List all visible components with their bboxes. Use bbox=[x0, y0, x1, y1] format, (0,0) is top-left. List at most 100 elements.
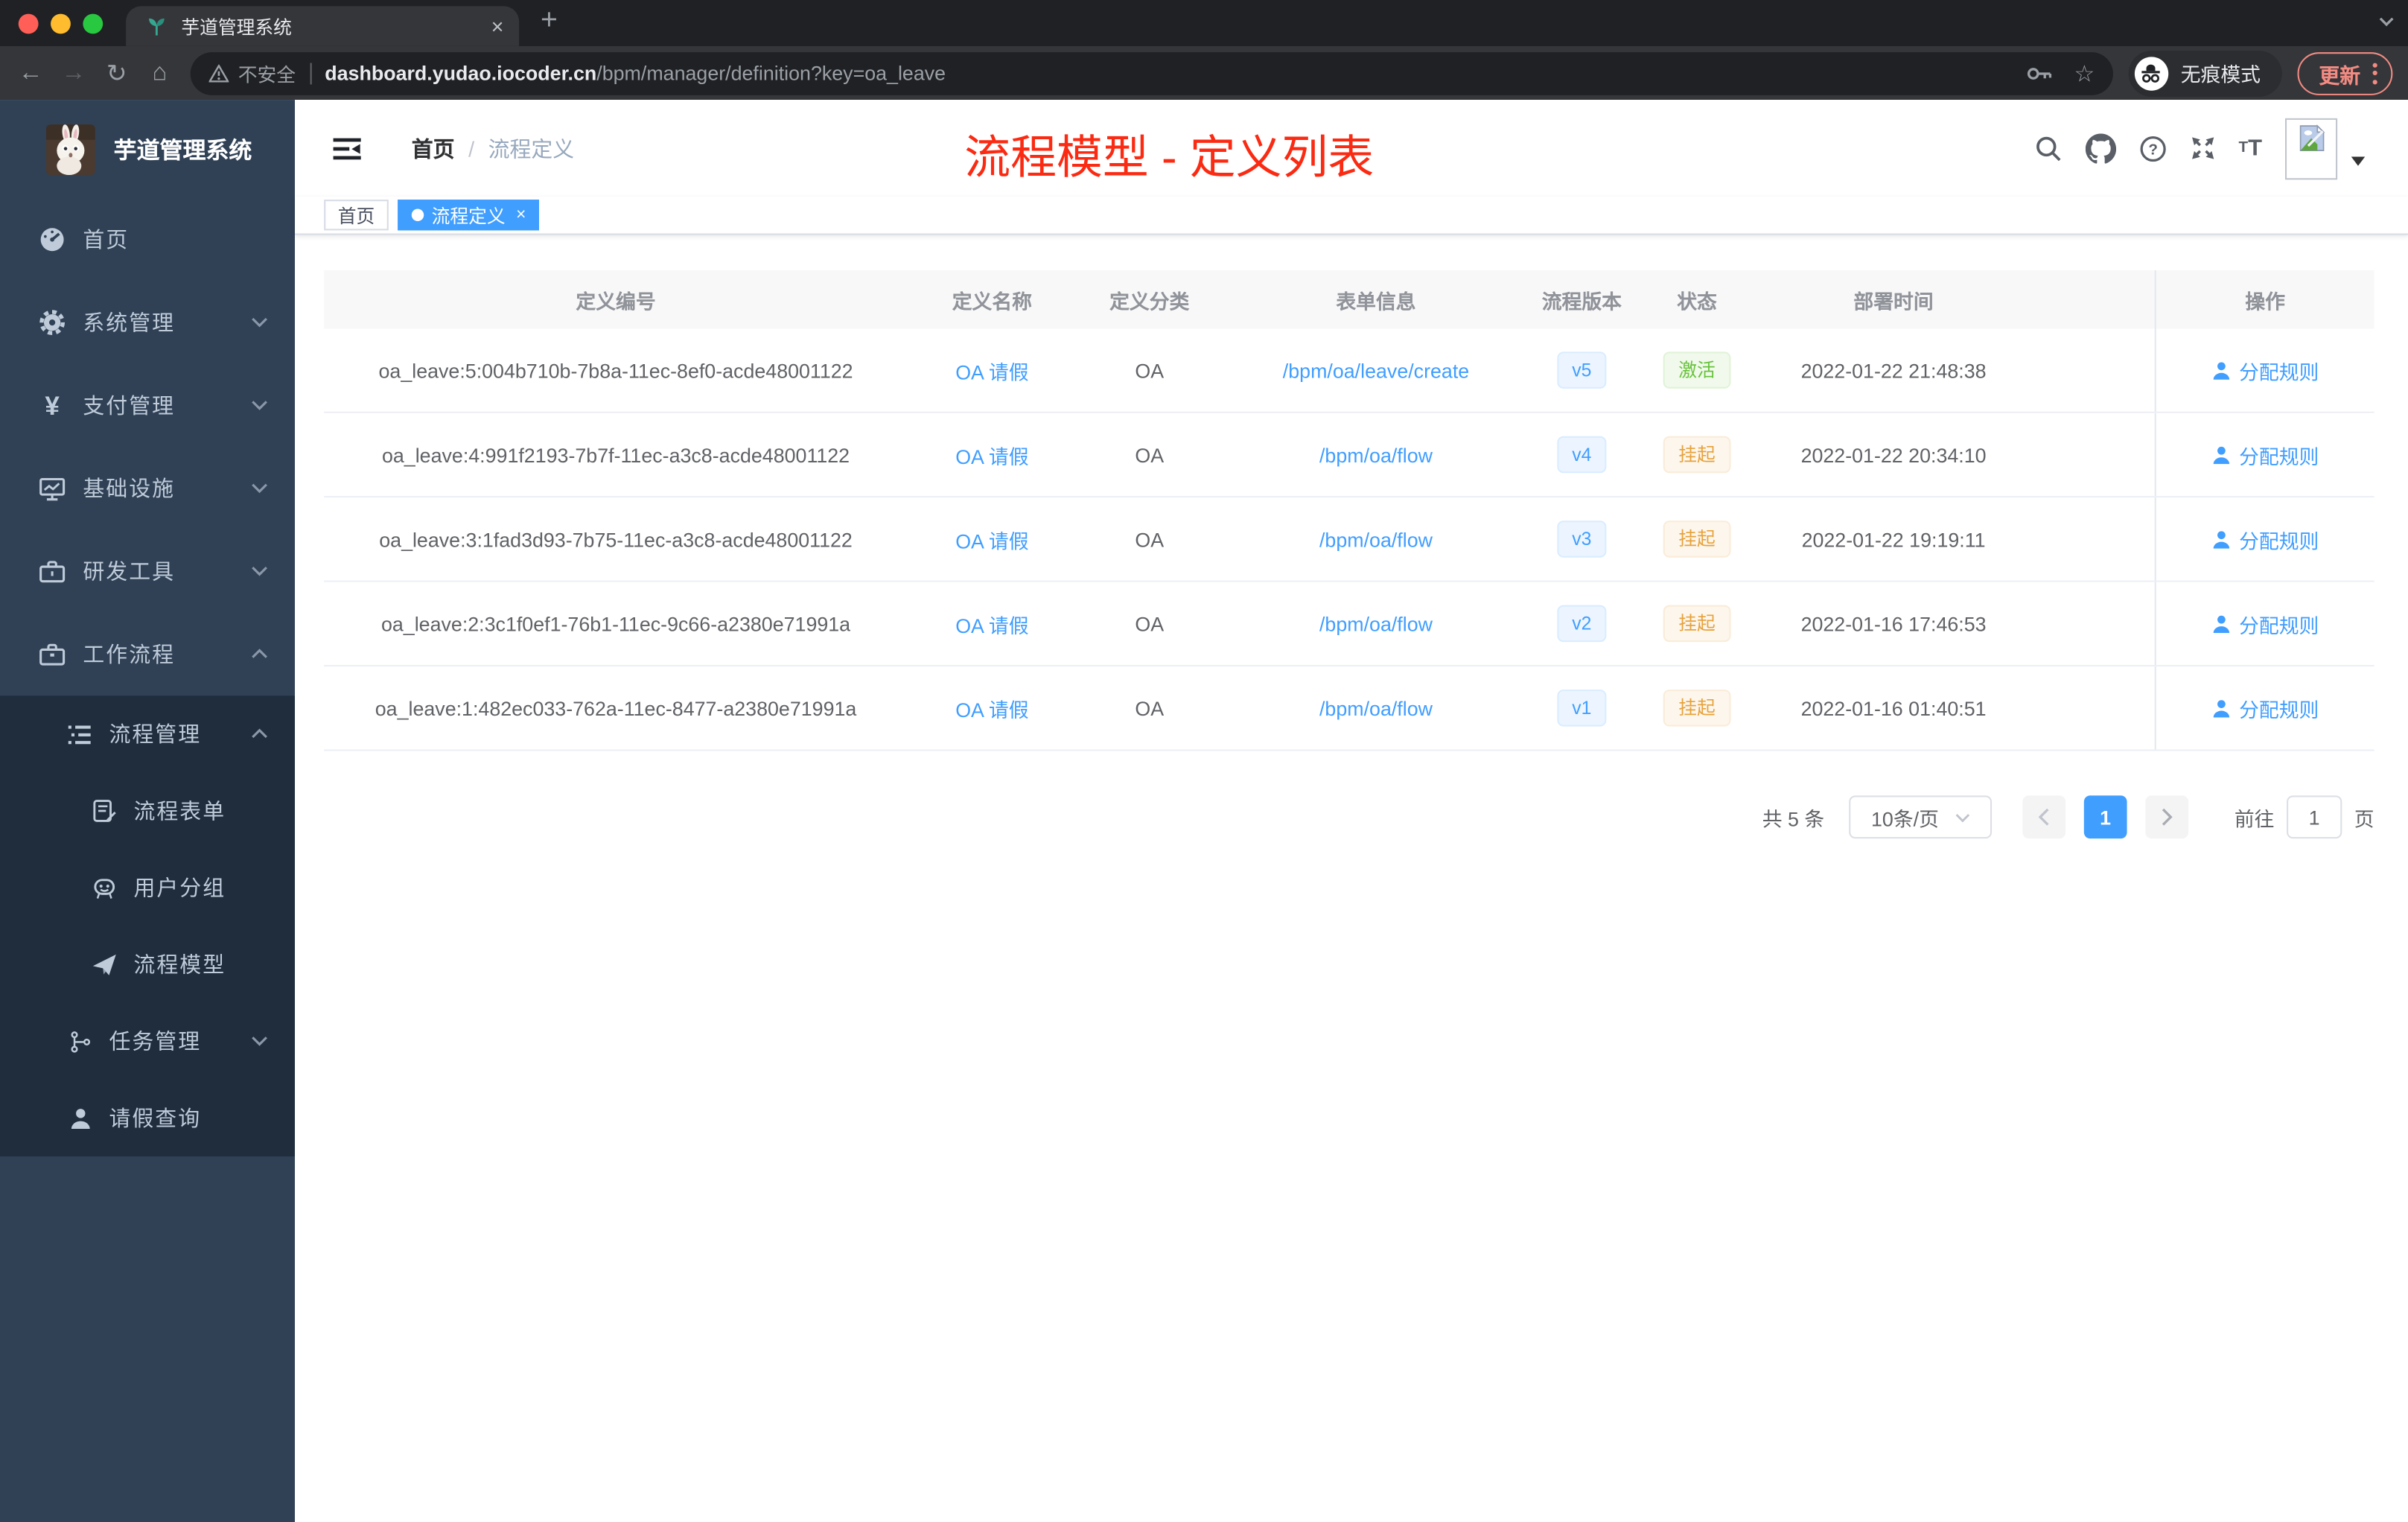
tab-search-chevron-icon[interactable] bbox=[2377, 16, 2396, 28]
version-tag: v1 bbox=[1556, 690, 1608, 727]
fullscreen-icon[interactable] bbox=[2190, 136, 2216, 162]
definition-name-link[interactable]: OA 请假 bbox=[955, 524, 1028, 553]
status-badge: 挂起 bbox=[1663, 690, 1731, 727]
definition-id: oa_leave:1:482ec033-762a-11ec-8477-a2380… bbox=[375, 696, 857, 720]
font-size-icon[interactable]: TT bbox=[2239, 136, 2263, 162]
definition-category: OA bbox=[1135, 611, 1165, 635]
incognito-badge: 无痕模式 bbox=[2128, 50, 2282, 96]
deployed-time: 2022-01-22 19:19:11 bbox=[1801, 527, 1986, 551]
sidebar-item-system[interactable]: 系统管理 bbox=[0, 281, 295, 363]
form-link[interactable]: /bpm/oa/flow bbox=[1319, 443, 1433, 466]
version-tag: v5 bbox=[1556, 351, 1608, 389]
definition-category: OA bbox=[1135, 443, 1165, 466]
sidebar-item-home[interactable]: 首页 bbox=[0, 198, 295, 281]
person-icon bbox=[2213, 699, 2230, 717]
breadcrumb-current: 流程定义 bbox=[488, 136, 575, 161]
sidebar-item-user-group[interactable]: 用户分组 bbox=[0, 850, 295, 926]
assign-rule-link[interactable]: 分配规则 bbox=[2211, 693, 2319, 722]
tab-close-icon[interactable]: × bbox=[491, 16, 504, 37]
sidebar-item-label: 系统管理 bbox=[83, 310, 176, 335]
page-content: 定义编号 定义名称 定义分类 表单信息 流程版本 状态 部署时间 操作 oa_l… bbox=[295, 235, 2408, 1522]
person-icon bbox=[2213, 445, 2230, 464]
goto-label: 前往 bbox=[2234, 806, 2275, 830]
avatar-caret-icon[interactable] bbox=[2351, 156, 2366, 165]
sidebar-collapse-icon[interactable] bbox=[332, 136, 363, 161]
url-host: dashboard.yudao.iocoder.cn bbox=[325, 61, 597, 85]
definition-category: OA bbox=[1135, 696, 1165, 720]
breadcrumb-separator: / bbox=[468, 136, 475, 161]
version-tag: v4 bbox=[1556, 436, 1608, 474]
sidebar-item-process-model[interactable]: 流程模型 bbox=[0, 926, 295, 1003]
table-row: oa_leave:3:1fad3d93-7b75-11ec-a3c8-acde4… bbox=[324, 497, 2374, 582]
branch-icon bbox=[68, 1030, 92, 1053]
browser-menu-icon[interactable] bbox=[2372, 62, 2377, 84]
sidebar-item-label: 流程管理 bbox=[109, 722, 202, 747]
home-button[interactable]: ⌂ bbox=[138, 59, 182, 86]
column-header: 定义编号 bbox=[576, 289, 656, 313]
bookmark-star-icon[interactable]: ☆ bbox=[2074, 59, 2095, 86]
sidebar-menu: 首页 系统管理 ¥ 支付管理 基础设施 研发工具 工作流程 bbox=[0, 198, 295, 695]
browser-update-button[interactable]: 更新 bbox=[2297, 51, 2393, 95]
sidebar-item-label: 基础设施 bbox=[83, 476, 176, 501]
assign-rule-link[interactable]: 分配规则 bbox=[2211, 524, 2319, 553]
tag-home[interactable]: 首页 bbox=[324, 200, 389, 231]
definition-id: oa_leave:5:004b710b-7b8a-11ec-8ef0-acde4… bbox=[378, 358, 853, 382]
definition-name-link[interactable]: OA 请假 bbox=[955, 440, 1028, 469]
maximize-window-button[interactable] bbox=[83, 13, 103, 34]
column-header: 定义分类 bbox=[1109, 289, 1190, 313]
goto-unit-label: 页 bbox=[2354, 806, 2374, 830]
status-badge: 挂起 bbox=[1663, 520, 1731, 558]
page-number-button[interactable]: 1 bbox=[2083, 795, 2127, 839]
column-header: 定义名称 bbox=[952, 289, 1032, 313]
browser-tab[interactable]: 芋道管理系统 × bbox=[126, 6, 520, 46]
form-link[interactable]: /bpm/oa/flow bbox=[1319, 612, 1433, 635]
definition-name-link[interactable]: OA 请假 bbox=[955, 609, 1028, 638]
goto-page-input[interactable] bbox=[2287, 795, 2342, 839]
sidebar-item-task-management[interactable]: 任务管理 bbox=[0, 1003, 295, 1080]
status-badge: 挂起 bbox=[1663, 605, 1731, 643]
sidebar-item-label: 流程表单 bbox=[133, 798, 226, 824]
sidebar-item-dev-tools[interactable]: 研发工具 bbox=[0, 530, 295, 613]
sidebar-item-process-management[interactable]: 流程管理 bbox=[0, 695, 295, 772]
svg-text:?: ? bbox=[2148, 140, 2158, 157]
paper-plane-icon bbox=[92, 953, 117, 976]
definition-name-link[interactable]: OA 请假 bbox=[955, 693, 1028, 722]
form-link[interactable]: /bpm/oa/flow bbox=[1319, 527, 1433, 550]
password-key-icon[interactable] bbox=[2025, 60, 2052, 85]
gear-icon bbox=[39, 309, 66, 337]
reload-button[interactable]: ↻ bbox=[95, 57, 138, 88]
assign-rule-link[interactable]: 分配规则 bbox=[2211, 440, 2319, 469]
new-tab-button[interactable]: + bbox=[541, 4, 558, 38]
sidebar-item-infrastructure[interactable]: 基础设施 bbox=[0, 447, 295, 529]
back-button[interactable]: ← bbox=[9, 59, 52, 86]
tag-process-definition[interactable]: 流程定义 × bbox=[398, 200, 540, 231]
assign-rule-link[interactable]: 分配规则 bbox=[2211, 609, 2319, 638]
user-avatar[interactable] bbox=[2285, 117, 2338, 179]
sidebar-item-workflow[interactable]: 工作流程 bbox=[0, 613, 295, 695]
help-icon[interactable]: ? bbox=[2138, 134, 2166, 162]
form-link[interactable]: /bpm/oa/flow bbox=[1319, 696, 1433, 719]
tag-active-dot bbox=[411, 208, 424, 221]
form-link[interactable]: /bpm/oa/leave/create bbox=[1283, 359, 1469, 382]
minimize-window-button[interactable] bbox=[51, 13, 71, 34]
browser-toolbar: ← → ↻ ⌂ 不安全 dashboard.yudao.iocoder.cn /… bbox=[0, 45, 2408, 101]
github-icon[interactable] bbox=[2085, 133, 2116, 163]
sidebar-item-leave-query[interactable]: 请假查询 bbox=[0, 1080, 295, 1156]
search-icon[interactable] bbox=[2034, 134, 2062, 162]
forward-button[interactable]: → bbox=[52, 59, 95, 86]
sidebar-item-payment[interactable]: ¥ 支付管理 bbox=[0, 364, 295, 447]
sidebar-logo: 芋道管理系统 bbox=[0, 100, 295, 198]
assign-rule-link[interactable]: 分配规则 bbox=[2211, 355, 2319, 384]
person-icon bbox=[2213, 361, 2230, 379]
pagination: 共 5 条 10条/页 1 前往 1 页 bbox=[324, 795, 2374, 839]
sidebar-item-process-form[interactable]: 流程表单 bbox=[0, 772, 295, 849]
definition-name-link[interactable]: OA 请假 bbox=[955, 355, 1028, 384]
breadcrumb-home[interactable]: 首页 bbox=[412, 133, 455, 163]
prev-page-button[interactable] bbox=[2022, 795, 2065, 839]
close-window-button[interactable] bbox=[18, 13, 39, 34]
sidebar-item-label: 首页 bbox=[83, 227, 130, 252]
tag-close-icon[interactable]: × bbox=[516, 206, 526, 223]
url-bar[interactable]: 不安全 dashboard.yudao.iocoder.cn /bpm/mana… bbox=[190, 51, 2113, 95]
page-size-select[interactable]: 10条/页 bbox=[1849, 795, 1992, 839]
next-page-button[interactable] bbox=[2145, 795, 2188, 839]
